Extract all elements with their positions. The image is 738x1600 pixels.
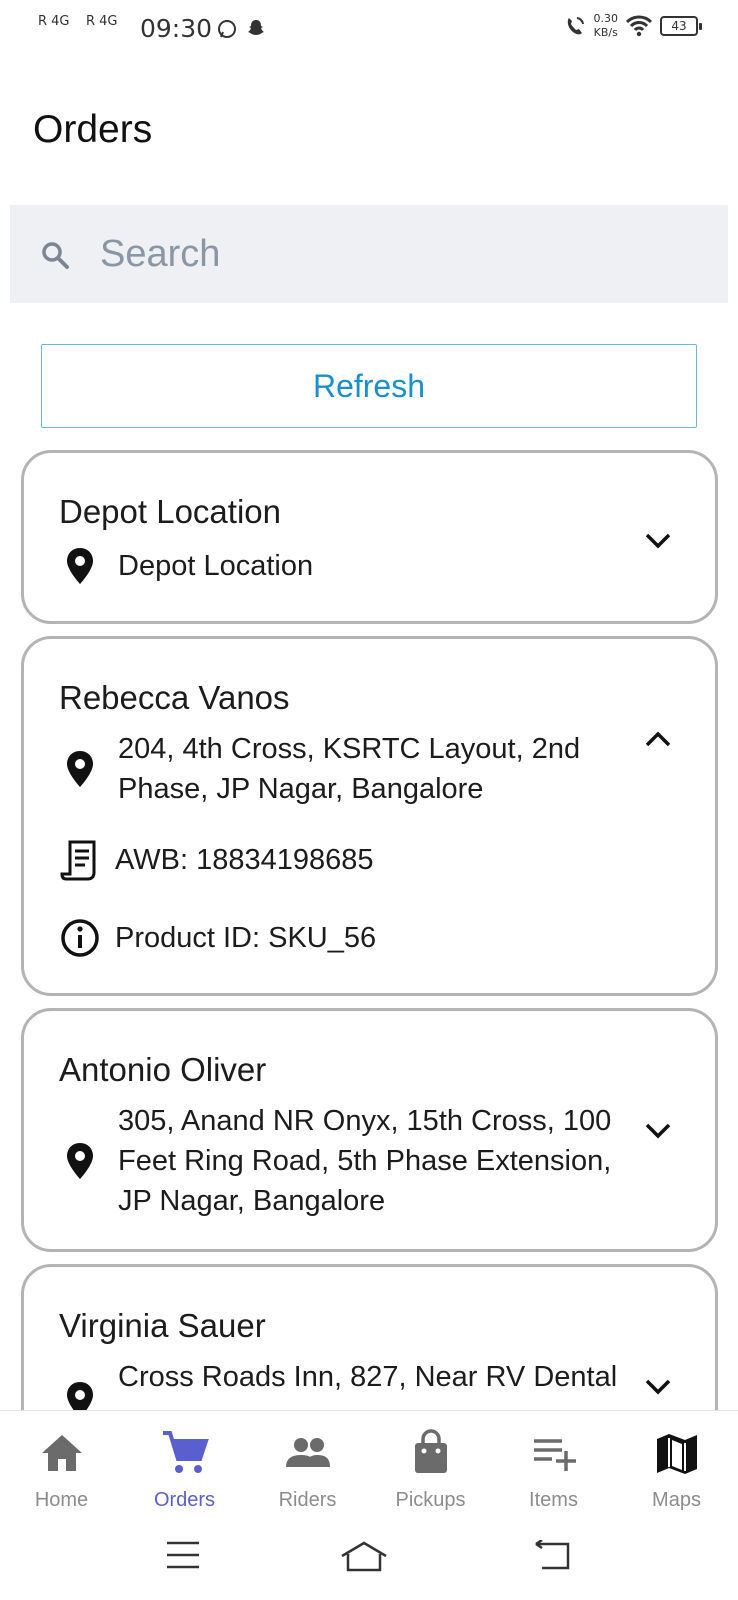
order-card[interactable]: Antonio Oliver 305, Anand NR Onyx, 15th …	[21, 1008, 718, 1252]
chevron-down-icon[interactable]	[643, 529, 673, 551]
location-pin-icon	[59, 545, 101, 587]
address-line: Phase, JP Nagar, Bangalore	[118, 773, 484, 805]
nav-label: Home	[34, 1489, 89, 1511]
map-icon	[656, 1434, 697, 1474]
nav-label: Maps	[652, 1489, 701, 1511]
nav-item-items[interactable]: Items	[492, 1411, 615, 1520]
snapchat-icon	[248, 20, 264, 35]
signal-indicator-2: R 4G	[86, 14, 118, 29]
battery-indicator: 43	[660, 16, 702, 36]
search-icon	[42, 242, 69, 269]
playlist-add-icon	[533, 1439, 576, 1471]
nav-label: Items	[529, 1489, 578, 1511]
wifi-icon	[626, 15, 652, 37]
order-card[interactable]: Depot Location Depot Location	[21, 450, 718, 624]
chevron-down-icon[interactable]	[643, 1119, 673, 1141]
awb-row: AWB: 18834198685	[59, 839, 374, 881]
order-card[interactable]: Virginia Sauer Cross Roads Inn, 827, Nea…	[21, 1264, 718, 1410]
refresh-button[interactable]: Refresh	[41, 344, 697, 428]
order-name: Virginia Sauer	[59, 1307, 266, 1344]
back-icon[interactable]	[534, 1540, 570, 1570]
nav-item-home[interactable]: Home	[0, 1411, 123, 1520]
status-bar: R 4G R 4G 09:30 0.30 KB/s 43	[0, 0, 738, 58]
chevron-up-icon[interactable]	[643, 729, 673, 751]
location-pin-icon	[59, 1140, 101, 1182]
menu-icon[interactable]	[165, 1540, 201, 1570]
nav-item-orders[interactable]: Orders	[123, 1411, 246, 1520]
awb-text: AWB: 18834198685	[115, 843, 374, 876]
signal-indicator-1: R 4G	[38, 14, 70, 29]
nav-item-maps[interactable]: Maps	[615, 1411, 738, 1520]
bottom-nav: Home Orders Riders Pickups Items Maps	[0, 1410, 738, 1520]
nav-label: Orders	[153, 1489, 216, 1511]
bag-icon	[414, 1429, 447, 1473]
address-line: 204, 4th Cross, KSRTC Layout, 2nd	[118, 733, 581, 765]
net-speed: 0.30 KB/s	[594, 12, 619, 40]
address-block: 204, 4th Cross, KSRTC Layout, 2nd Phase,…	[118, 729, 580, 809]
chevron-down-icon[interactable]	[643, 1375, 673, 1397]
address-line: Cross Roads Inn, 827, Near RV Dental	[118, 1361, 618, 1393]
whatsapp-icon	[218, 20, 236, 38]
nav-item-pickups[interactable]: Pickups	[369, 1411, 492, 1520]
receipt-icon	[59, 839, 101, 881]
people-icon	[285, 1438, 330, 1467]
net-speed-unit: KB/s	[593, 26, 618, 39]
address-block: Cross Roads Inn, 827, Near RV Dental	[118, 1357, 617, 1397]
order-card[interactable]: Rebecca Vanos 204, 4th Cross, KSRTC Layo…	[21, 636, 718, 996]
order-name: Depot Location	[59, 493, 281, 530]
cart-icon	[162, 1431, 209, 1473]
address-row: 305, Anand NR Onyx, 15th Cross, 100 Feet…	[59, 1101, 611, 1221]
order-list[interactable]: Depot Location Depot Location Rebecca Va…	[0, 450, 738, 1410]
order-name: Antonio Oliver	[59, 1051, 267, 1088]
info-icon	[59, 917, 101, 959]
wifi-call-icon	[567, 17, 584, 35]
system-nav-bar	[0, 1520, 738, 1600]
address-line: Feet Ring Road, 5th Phase Extension,	[118, 1145, 612, 1177]
search-bar[interactable]	[10, 205, 728, 303]
address-row: Depot Location	[59, 545, 313, 587]
product-id-text: Product ID: SKU_56	[115, 921, 377, 954]
address-line: JP Nagar, Bangalore	[118, 1185, 386, 1217]
status-time: 09:30	[140, 14, 213, 43]
net-speed-value: 0.30	[593, 12, 619, 25]
address-line: 305, Anand NR Onyx, 15th Cross, 100	[118, 1105, 612, 1137]
nav-item-riders[interactable]: Riders	[246, 1411, 369, 1520]
page-title: Orders	[33, 108, 153, 151]
location-pin-icon	[59, 1379, 101, 1410]
home-icon	[41, 1435, 82, 1471]
search-input[interactable]	[100, 229, 700, 279]
location-pin-icon	[59, 748, 101, 790]
nav-label: Pickups	[395, 1489, 466, 1511]
order-name: Rebecca Vanos	[59, 679, 290, 716]
nav-label: Riders	[278, 1489, 337, 1511]
address-text: Depot Location	[118, 550, 314, 582]
address-row: Cross Roads Inn, 827, Near RV Dental	[59, 1357, 617, 1410]
status-right-group: 0.30 KB/s 43	[564, 12, 702, 40]
home-nav-icon[interactable]	[340, 1540, 388, 1572]
address-row: 204, 4th Cross, KSRTC Layout, 2nd Phase,…	[59, 729, 580, 809]
address-block: 305, Anand NR Onyx, 15th Cross, 100 Feet…	[118, 1101, 611, 1221]
product-row: Product ID: SKU_56	[59, 917, 376, 959]
